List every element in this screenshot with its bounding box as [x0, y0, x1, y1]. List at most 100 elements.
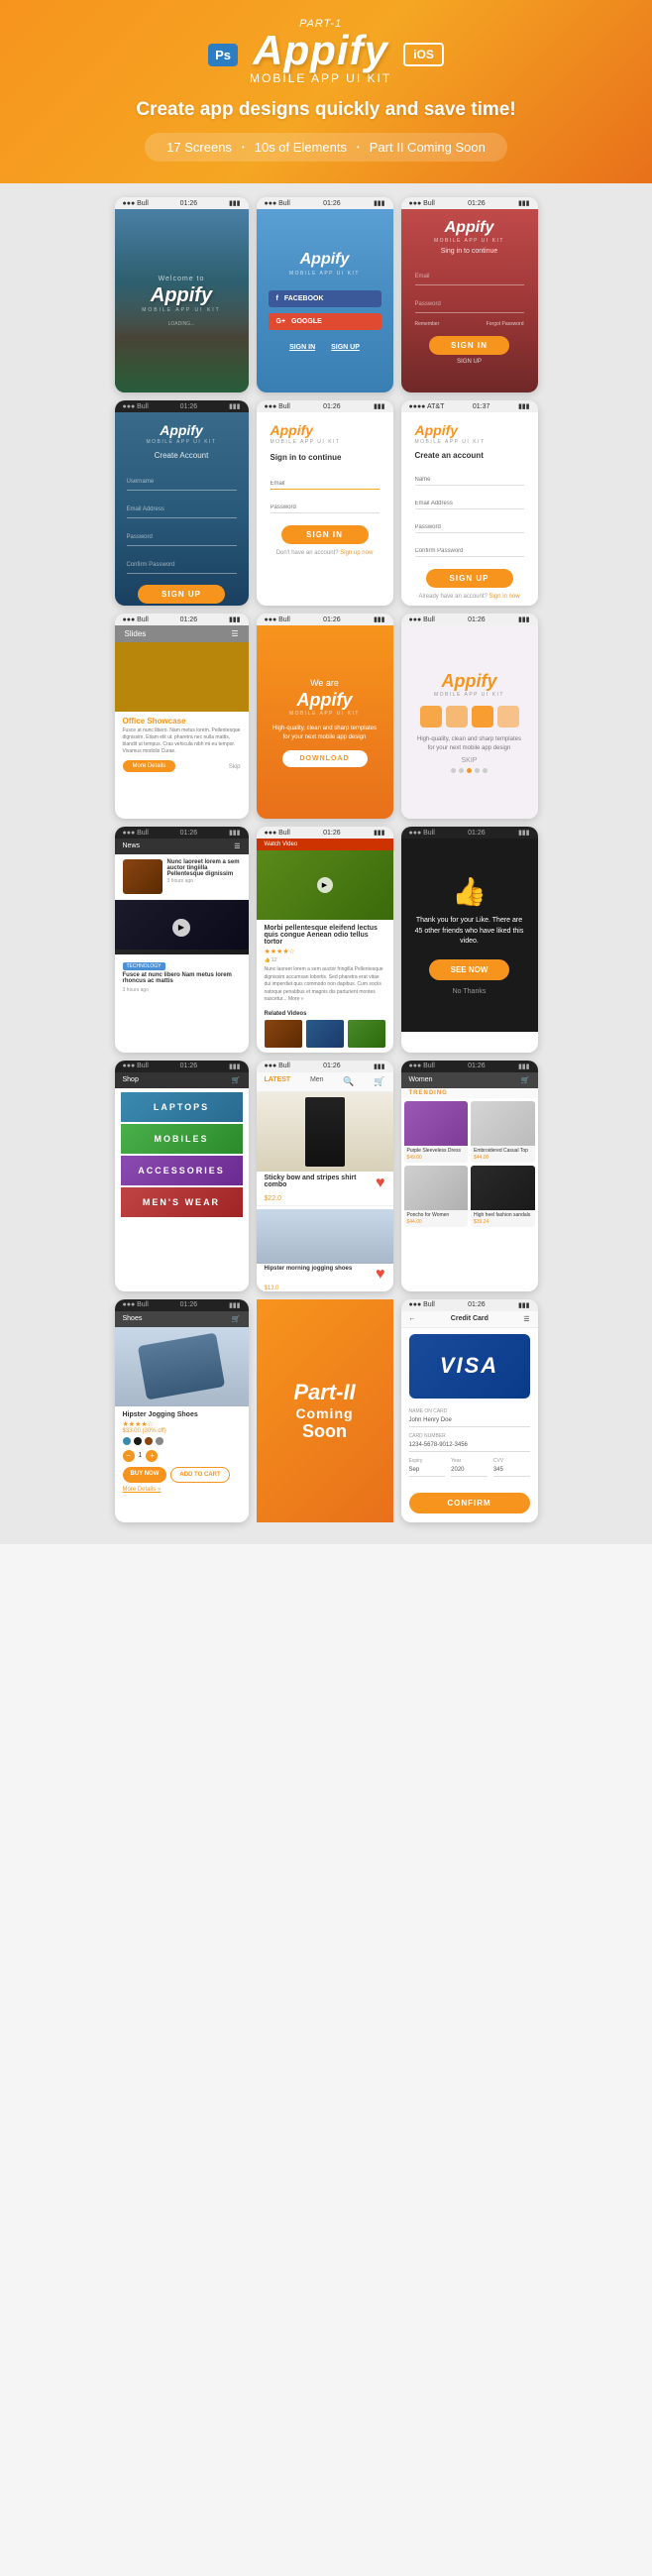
related-thumb-3[interactable]	[348, 1020, 385, 1048]
star-rating: ★★★★☆	[265, 948, 385, 955]
signup-button[interactable]: SIGN UP	[138, 585, 226, 604]
shoes-cart-icon[interactable]: 🛒	[232, 1315, 241, 1323]
add-to-cart-button[interactable]: ADD TO CART	[170, 1467, 229, 1483]
email-field[interactable]: Email	[415, 263, 524, 285]
screen-signin-white: ●●● Bull01:26▮▮▮ Appify MOBILE APP UI KI…	[257, 400, 393, 606]
qty-minus-button[interactable]: −	[123, 1450, 135, 1462]
menu-icon-cc[interactable]: ☰	[523, 1315, 529, 1323]
have-account-text: Already have an account?	[418, 594, 487, 600]
shop-cart-icon[interactable]: 🛒	[232, 1076, 241, 1084]
confirm-input[interactable]	[415, 546, 524, 557]
see-now-button[interactable]: SEE NOW	[429, 959, 510, 980]
sign-in-button[interactable]: SIGN IN	[429, 336, 509, 355]
menu-icon[interactable]: ☰	[231, 629, 238, 638]
google-button[interactable]: G+ GOOGLE	[269, 313, 381, 330]
features-row: 17 Screens • 10s of Elements • Part II C…	[145, 133, 507, 162]
cvv-input[interactable]: 345	[493, 1465, 530, 1477]
qty-plus-button[interactable]: +	[146, 1450, 158, 1462]
confirm-field[interactable]: Confirm Password	[127, 551, 237, 574]
promo-title: Appify	[442, 671, 497, 692]
no-account-text: Don't have an account?	[276, 550, 339, 556]
screen-create-account-white: ●●●● AT&T01:37▮▮▮ Appify MOBILE APP UI K…	[401, 400, 538, 606]
swatch-gray[interactable]	[156, 1437, 163, 1445]
no-thanks-link[interactable]: No Thanks	[453, 988, 487, 995]
video-thumbnail[interactable]: ▶	[257, 850, 393, 920]
signup2-button[interactable]: SIGN UP	[426, 569, 513, 588]
video-play-icon[interactable]: ▶	[317, 877, 333, 893]
signup-now-link[interactable]: Sign up now	[340, 550, 373, 556]
news-item-1[interactable]: Nunc laoreet lorem a sem auctor tingiill…	[115, 854, 249, 900]
screen-shoes-detail: ●●● Bull01:26▮▮▮ Shoes 🛒 Hipster Jogging…	[115, 1299, 249, 1522]
wishlist-icon[interactable]: ♥	[376, 1175, 385, 1192]
women-title: Women	[409, 1076, 433, 1084]
article1-time: 3 hours ago	[167, 878, 241, 884]
email-input[interactable]	[271, 479, 380, 490]
more-details-link[interactable]: More Details »	[123, 1487, 241, 1493]
buy-now-button[interactable]: BUY NOW	[123, 1467, 167, 1483]
password-field[interactable]: Password	[415, 290, 524, 313]
social-title: Appify	[300, 251, 350, 269]
email-input[interactable]	[415, 499, 524, 509]
we-are-label: We are	[310, 678, 339, 688]
sign-up-link[interactable]: SIGN UP	[331, 344, 360, 351]
related-thumb-1[interactable]	[265, 1020, 302, 1048]
username-field[interactable]: Username	[127, 468, 237, 491]
visa-logo: VISA	[440, 1353, 498, 1379]
back-button[interactable]: ←	[409, 1315, 416, 1323]
name-input[interactable]	[415, 475, 524, 486]
related-thumb-2[interactable]	[306, 1020, 344, 1048]
wishlist-icon-2[interactable]: ♥	[376, 1266, 385, 1284]
ios-badge: iOS	[403, 43, 444, 66]
expiry-month-input[interactable]: Sep	[409, 1465, 446, 1477]
laptops-category[interactable]: LAPTOPS	[121, 1092, 243, 1122]
splash-welcome: Welcome to	[142, 276, 220, 282]
facebook-button[interactable]: f FACEBOOK	[269, 290, 381, 307]
signin-subtitle: Sing in to continue	[441, 248, 498, 255]
accessories-category[interactable]: ACCESSORIES	[121, 1156, 243, 1185]
men-tab[interactable]: Men	[310, 1076, 324, 1087]
product2-title: Hipster morning jogging shoes	[265, 1266, 353, 1284]
email-field[interactable]: Email Address	[127, 496, 237, 518]
feature-1: 17 Screens	[166, 140, 232, 155]
women-product-3[interactable]: Poncho for Women $44.00	[404, 1166, 469, 1227]
more-details-button[interactable]: More Details	[123, 760, 176, 772]
women-product-grid: Purple Sleeveless Dress $49.00 Embroider…	[401, 1098, 538, 1230]
remember-label: Remember	[415, 321, 440, 327]
signin-now-link[interactable]: Sign in now	[489, 594, 520, 600]
sign-up-link-bottom[interactable]: SIGN UP	[457, 359, 482, 365]
swatch-blue[interactable]	[123, 1437, 131, 1445]
news-menu-icon[interactable]: ☰	[234, 842, 240, 850]
cart-icon[interactable]: 🛒	[374, 1076, 384, 1087]
swatch-black[interactable]	[134, 1437, 142, 1445]
confirm-button[interactable]: CONFIRM	[409, 1493, 530, 1513]
swatch-brown[interactable]	[145, 1437, 153, 1445]
women-product-4[interactable]: High heel fashion sandals $39.24	[471, 1166, 535, 1227]
search-icon[interactable]: 🔍	[343, 1076, 354, 1087]
forgot-link[interactable]: Forgot Password	[487, 321, 524, 327]
tagline: Create app designs quickly and save time…	[20, 99, 632, 121]
skip-link[interactable]: Skip	[229, 764, 241, 770]
cardholder-name-input[interactable]: John Henry Doe	[409, 1415, 530, 1427]
expiry-year-input[interactable]: 2020	[451, 1465, 488, 1477]
women-product-2[interactable]: Embroidered Casual Top $44.00	[471, 1101, 535, 1163]
signin2-button[interactable]: SIGN IN	[281, 525, 369, 544]
promo-desc: High-quality, clean and sharp templates …	[415, 735, 524, 753]
women-cart-icon[interactable]: 🛒	[521, 1076, 530, 1084]
password-input[interactable]	[415, 522, 524, 533]
menswear-category[interactable]: MEN'S WEAR	[121, 1187, 243, 1217]
password-input[interactable]	[271, 503, 380, 513]
skip-button[interactable]: SKIP	[462, 757, 478, 764]
download-button[interactable]: DOWNLOAD	[282, 750, 368, 767]
password-field[interactable]: Password	[127, 523, 237, 546]
latest-tab[interactable]: LATEST	[265, 1076, 291, 1087]
create-title: Appify	[160, 422, 203, 438]
row-4: ●●● Bull01:26▮▮▮ News ☰ Nunc laoreet lor…	[10, 827, 642, 1053]
header-banner: Ps PART-1 Appify MOBILE APP UI KIT iOS C…	[0, 0, 652, 183]
women-product-1[interactable]: Purple Sleeveless Dress $49.00	[404, 1101, 469, 1163]
card-number-input[interactable]: 1234-5678-9012-3456	[409, 1440, 530, 1452]
mobiles-category[interactable]: MOBILES	[121, 1124, 243, 1154]
news-video-thumb[interactable]: ▶	[115, 900, 249, 954]
sign-in-link[interactable]: SIGN IN	[289, 344, 315, 351]
play-icon[interactable]: ▶	[172, 919, 190, 937]
screen-shop: ●●● Bull01:26▮▮▮ Shop 🛒 LAPTOPS MOBILES …	[115, 1061, 249, 1291]
